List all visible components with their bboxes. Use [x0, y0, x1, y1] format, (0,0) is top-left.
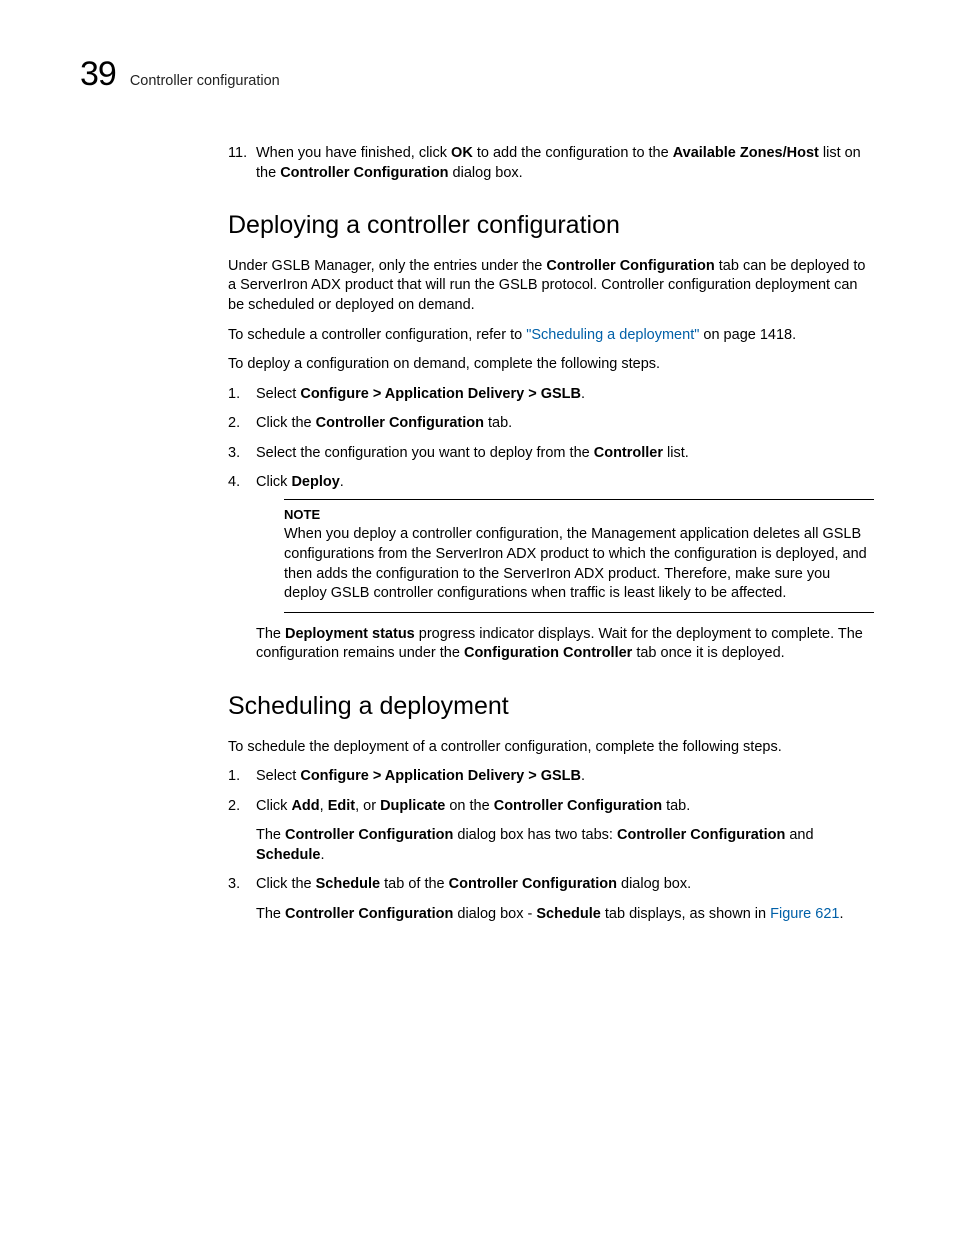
paragraph: The Deployment status progress indicator… [256, 625, 874, 664]
link-scheduling-a-deployment[interactable]: "Scheduling a deployment" [526, 327, 699, 343]
body-content: When you have finished, click OK to add … [228, 144, 874, 925]
step-3: Click the Schedule tab of the Controller… [228, 875, 874, 924]
continued-steps: When you have finished, click OK to add … [228, 144, 874, 183]
note-block: NOTE When you deploy a controller config… [284, 499, 874, 613]
paragraph: To schedule a controller configuration, … [228, 326, 874, 346]
paragraph: To deploy a configuration on demand, com… [228, 355, 874, 375]
step-2: Click Add, Edit, or Duplicate on the Con… [228, 797, 874, 866]
paragraph: Under GSLB Manager, only the entries und… [228, 257, 874, 316]
note-body: When you deploy a controller configurati… [284, 525, 874, 603]
step-4: Click Deploy. NOTE When you deploy a con… [228, 473, 874, 663]
section-heading-scheduling: Scheduling a deployment [228, 690, 874, 724]
link-figure-621[interactable]: Figure 621 [770, 906, 839, 922]
step-3: Select the configuration you want to dep… [228, 444, 874, 464]
substep: The Controller Configuration dialog box … [256, 826, 874, 865]
page: 39 Controller configuration When you hav… [0, 0, 954, 1235]
note-title: NOTE [284, 506, 874, 524]
step-1: Select Configure > Application Delivery … [228, 385, 874, 405]
substep: The Controller Configuration dialog box … [256, 905, 874, 925]
step-2: Click the Controller Configuration tab. [228, 414, 874, 434]
section-heading-deploying: Deploying a controller configuration [228, 209, 874, 243]
running-header: 39 Controller configuration [80, 55, 874, 94]
step-1: Select Configure > Application Delivery … [228, 767, 874, 787]
deploy-steps: Select Configure > Application Delivery … [228, 385, 874, 664]
step-11: When you have finished, click OK to add … [228, 144, 874, 183]
chapter-title: Controller configuration [130, 73, 280, 89]
chapter-number: 39 [80, 55, 116, 94]
schedule-steps: Select Configure > Application Delivery … [228, 767, 874, 924]
paragraph: To schedule the deployment of a controll… [228, 738, 874, 758]
